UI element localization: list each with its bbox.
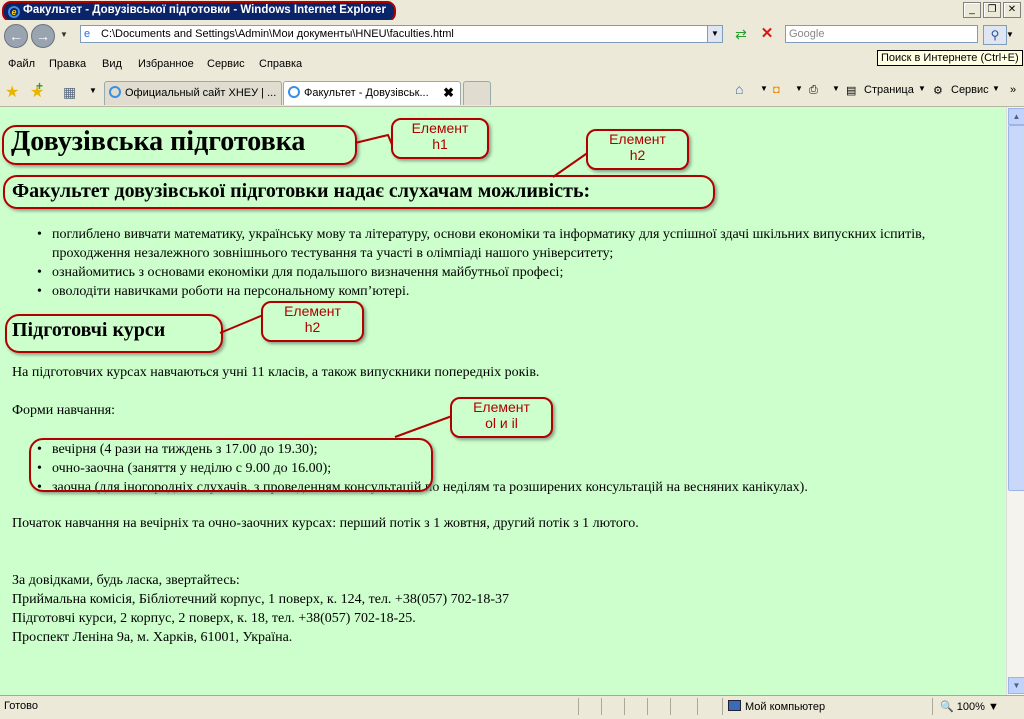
scroll-up-icon[interactable]: ▲ <box>1008 108 1024 125</box>
feeds-icon[interactable]: ◘ <box>773 84 780 96</box>
stop-icon[interactable]: ✕ <box>757 25 777 43</box>
forward-button[interactable]: → <box>31 24 55 48</box>
tools-gear-icon[interactable]: ⚙ <box>933 84 943 97</box>
menu-view[interactable]: Вид <box>102 58 122 70</box>
callout-h2-courses: Елемент h2 <box>261 301 364 342</box>
zoom-control[interactable]: 🔍 100% ▼ <box>940 700 999 713</box>
search-options-dropdown-icon[interactable]: ▼ <box>1006 30 1014 39</box>
window-title-highlight: e Факультет - Довузівської підготовки - W… <box>2 1 396 22</box>
title-bar: e Факультет - Довузівської підготовки - W… <box>0 0 1024 22</box>
menu-edit[interactable]: Правка <box>49 58 86 70</box>
history-dropdown-icon[interactable]: ▼ <box>60 30 68 39</box>
restore-button[interactable]: ❐ <box>983 2 1001 18</box>
callout-line: Елемент <box>411 120 469 136</box>
zoom-level: 100% <box>956 701 985 713</box>
status-divider <box>624 698 625 715</box>
page-icon: e <box>84 28 91 40</box>
zoom-icon: 🔍 <box>940 701 954 713</box>
scroll-down-icon[interactable]: ▼ <box>1008 677 1024 694</box>
callout-h2-top: Елемент h2 <box>586 129 689 170</box>
menu-file[interactable]: Файл <box>8 58 35 70</box>
print-icon[interactable]: ⎙ <box>809 84 818 97</box>
quick-tabs-icon[interactable]: ▦ <box>63 84 76 101</box>
address-toolbar: ← → ▼ e C:\Documents and Settings\Admin\… <box>0 20 1024 50</box>
address-url: C:\Documents and Settings\Admin\Мои доку… <box>101 28 454 40</box>
back-button[interactable]: ← <box>4 24 28 48</box>
callout-line: Елемент <box>473 399 530 415</box>
ie-page-icon <box>288 86 300 98</box>
tab-list-dropdown-icon[interactable]: ▼ <box>89 84 99 98</box>
search-tooltip: Поиск в Интернете (Ctrl+E) <box>877 50 1023 66</box>
page-menu-button[interactable]: Страница <box>864 84 914 96</box>
search-input[interactable]: Google <box>785 25 978 43</box>
tab-label: Официальный сайт ХНЕУ | ... <box>125 87 277 99</box>
status-bar: Готово Мой компьютер 🔍 100% ▼ <box>0 695 1024 719</box>
security-zone[interactable]: Мой компьютер <box>728 700 825 713</box>
menu-bar: Файл Правка Вид Избранное Сервис Справка <box>0 52 1024 77</box>
refresh-icon[interactable]: ⇄ <box>731 25 751 43</box>
feeds-dropdown-icon[interactable]: ▼ <box>795 84 803 93</box>
status-text: Готово <box>4 700 38 712</box>
home-icon[interactable]: ⌂ <box>735 81 743 97</box>
zone-label: Мой компьютер <box>745 701 826 713</box>
tab-bar: ★ ★ + ▦ ▼ Официальный сайт ХНЕУ | ... Фак… <box>0 78 1024 107</box>
status-divider <box>647 698 648 715</box>
menu-tools[interactable]: Сервис <box>207 58 245 70</box>
menu-help[interactable]: Справка <box>259 58 302 70</box>
page-dropdown-icon[interactable]: ▼ <box>918 84 926 93</box>
page-menu-icon[interactable]: ▤ <box>846 84 856 97</box>
ie-logo-icon: e <box>8 6 20 18</box>
tools-menu-button[interactable]: Сервис <box>951 84 989 96</box>
address-dropdown-icon[interactable]: ▼ <box>707 26 722 42</box>
tab-label: Факультет - Довузівськ... <box>304 87 429 99</box>
status-divider <box>670 698 671 715</box>
print-dropdown-icon[interactable]: ▼ <box>832 84 840 93</box>
vertical-scrollbar[interactable]: ▲ ▼ <box>1006 107 1024 695</box>
status-divider <box>932 698 933 715</box>
search-icon[interactable]: ⚲ <box>983 25 1007 45</box>
tab-hneu-official[interactable]: Официальный сайт ХНЕУ | ... <box>104 81 282 105</box>
tools-dropdown-icon[interactable]: ▼ <box>992 84 1000 93</box>
page-content: Довузівська підготовка Факультет довузів… <box>0 107 1006 695</box>
menu-favorites[interactable]: Избранное <box>138 58 194 70</box>
callout-line: h1 <box>432 136 448 152</box>
callout-line: h2 <box>304 319 321 335</box>
close-button[interactable]: ✕ <box>1003 2 1021 18</box>
favorites-star-icon[interactable]: ★ <box>5 82 19 102</box>
callout-line: Елемент <box>609 131 666 147</box>
callout-line: ol и il <box>485 415 518 431</box>
computer-icon <box>728 700 741 711</box>
status-divider <box>601 698 602 715</box>
callout-h1: Елемент h1 <box>391 118 489 159</box>
callout-list: Елемент ol и il <box>450 397 553 438</box>
ie-page-icon <box>109 86 121 98</box>
scroll-thumb[interactable] <box>1008 125 1024 491</box>
callout-line: h2 <box>629 147 646 163</box>
tab-faculty-active[interactable]: Факультет - Довузівськ... ✖ <box>283 81 461 105</box>
new-tab-button[interactable] <box>463 81 491 105</box>
callout-line: Елемент <box>284 303 341 319</box>
close-tab-icon[interactable]: ✖ <box>443 82 454 104</box>
status-divider <box>697 698 698 715</box>
address-input[interactable]: e C:\Documents and Settings\Admin\Мои до… <box>80 25 723 43</box>
status-divider <box>722 698 723 715</box>
chevron-more-icon[interactable]: » <box>1010 84 1016 96</box>
status-divider <box>578 698 579 715</box>
add-favorite-icon[interactable]: ★ + <box>30 79 44 102</box>
window-title: Факультет - Довузівської підготовки - Wi… <box>23 4 386 16</box>
minimize-button[interactable]: _ <box>963 2 981 18</box>
home-dropdown-icon[interactable]: ▼ <box>760 84 768 93</box>
